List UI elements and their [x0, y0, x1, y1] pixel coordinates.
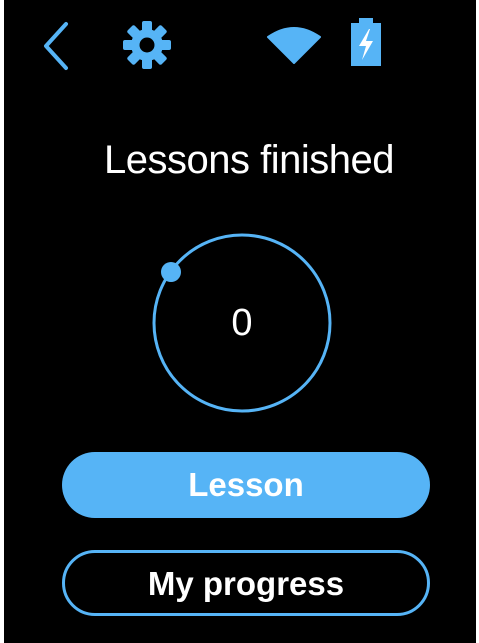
device-screen: Lessons finished 0 Lesson My progress: [4, 0, 476, 643]
back-icon[interactable]: [38, 20, 74, 72]
status-bar: [4, 0, 476, 80]
gear-icon[interactable]: [122, 20, 172, 70]
page-title: Lessons finished: [104, 138, 394, 182]
wifi-icon: [267, 27, 321, 64]
lessons-finished-count: 0: [231, 302, 253, 344]
battery-charging-icon: [351, 18, 381, 66]
lesson-button[interactable]: Lesson: [62, 452, 430, 518]
my-progress-button[interactable]: My progress: [62, 550, 430, 616]
